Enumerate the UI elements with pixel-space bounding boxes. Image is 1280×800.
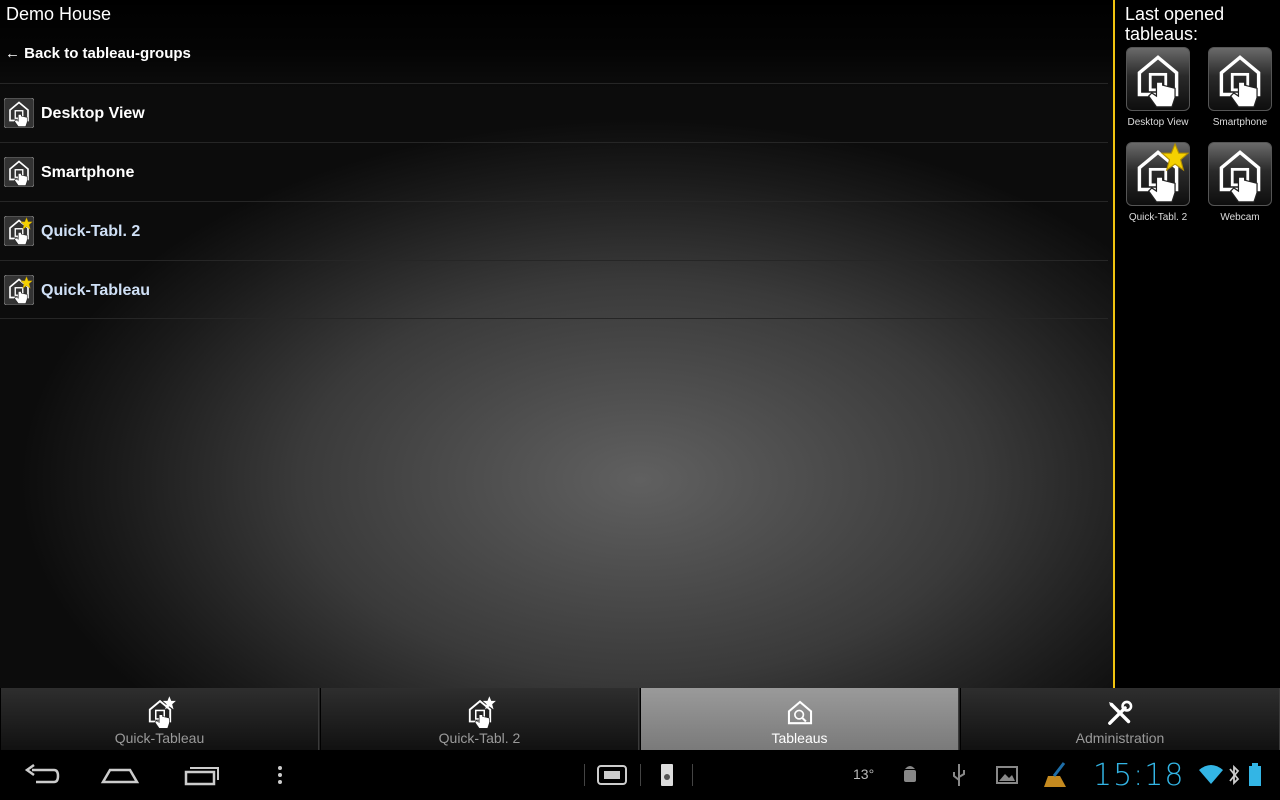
back-to-groups-link[interactable]: ← Back to tableau-groups <box>5 45 191 62</box>
house-hand-icon <box>4 98 34 128</box>
list-item-desktop-view[interactable]: Desktop View <box>0 83 1108 142</box>
recent-tile-quick-tabl-2[interactable]: Quick-Tabl. 2 <box>1123 142 1193 223</box>
house-hand-star-icon <box>4 216 34 246</box>
temperature-indicator: 13° <box>853 766 875 782</box>
list-item-label: Desktop View <box>41 105 145 122</box>
tab-quick-tabl-2[interactable]: Quick-Tabl. 2 <box>320 688 639 750</box>
clock: 15:18 <box>1093 758 1185 793</box>
tile-box <box>1208 47 1272 111</box>
list-item-label: Smartphone <box>41 164 135 181</box>
tile-box <box>1208 142 1272 206</box>
divider <box>640 764 641 786</box>
list-item-quick-tabl-2[interactable]: Quick-Tabl. 2 <box>0 201 1108 260</box>
tile-label: Smartphone <box>1212 117 1268 128</box>
divider <box>692 764 693 786</box>
tab-tableaus[interactable]: Tableaus <box>640 688 959 750</box>
tile-label: Quick-Tabl. 2 <box>1128 212 1188 223</box>
screen-compat-icon[interactable] <box>595 760 629 790</box>
house-hand-star-icon <box>4 275 34 305</box>
bottom-tab-bar: Quick-Tableau Quick-Tabl. 2 Tableaus Adm… <box>0 688 1280 750</box>
house-hand-icon <box>1219 150 1261 204</box>
tab-label: Quick-Tabl. 2 <box>438 730 521 746</box>
recent-apps-icon[interactable] <box>182 758 222 792</box>
recent-tile-webcam[interactable]: Webcam <box>1205 142 1275 223</box>
menu-icon[interactable] <box>270 758 290 792</box>
house-search-icon <box>787 700 812 725</box>
divider <box>584 764 585 786</box>
bluetooth-icon <box>1229 764 1240 786</box>
recent-tile-desktop-view[interactable]: Desktop View <box>1123 47 1193 128</box>
tile-label: Desktop View <box>1127 117 1189 128</box>
recent-tableaus-sidebar: Last opened tableaus: Desktop View Smart… <box>1113 0 1280 688</box>
usb-icon <box>953 764 965 786</box>
phone-notification-icon <box>661 764 673 786</box>
sidebar-title: Last opened tableaus: <box>1125 4 1225 44</box>
app-title: Demo House <box>6 4 112 24</box>
house-hand-icon <box>4 157 34 187</box>
battery-icon <box>1249 763 1261 786</box>
tile-box <box>1126 47 1190 111</box>
wifi-icon <box>1199 765 1223 784</box>
house-star-icon <box>468 696 496 730</box>
house-hand-icon <box>1219 55 1261 109</box>
tab-label: Quick-Tableau <box>114 730 205 746</box>
tableau-list: Desktop View Smartphone Quick-Tabl. 2 Qu… <box>0 83 1108 319</box>
system-navigation-bar: 13° 15:18 <box>0 750 1280 800</box>
list-item-smartphone[interactable]: Smartphone <box>0 142 1108 201</box>
house-star-icon <box>148 696 176 730</box>
broom-icon <box>1044 762 1066 787</box>
image-icon <box>996 766 1018 784</box>
back-icon[interactable] <box>22 758 62 792</box>
tab-administration[interactable]: Administration <box>960 688 1280 750</box>
house-hand-icon <box>1137 55 1179 109</box>
main-panel: Demo House ← Back to tableau-groups Desk… <box>0 0 1113 688</box>
tab-quick-tableau[interactable]: Quick-Tableau <box>0 688 319 750</box>
list-item-quick-tableau[interactable]: Quick-Tableau <box>0 260 1108 319</box>
home-icon[interactable] <box>100 758 140 792</box>
list-item-label: Quick-Tableau <box>41 282 151 299</box>
tab-label: Tableaus <box>771 730 828 746</box>
android-debug-icon <box>904 766 916 782</box>
house-hand-star-icon <box>1137 143 1189 204</box>
recent-tile-smartphone[interactable]: Smartphone <box>1205 47 1275 128</box>
list-item-label: Quick-Tabl. 2 <box>41 223 141 240</box>
tools-icon <box>1108 700 1133 725</box>
tile-box <box>1126 142 1190 206</box>
tab-label: Administration <box>1075 730 1165 746</box>
tile-label: Webcam <box>1220 212 1260 223</box>
